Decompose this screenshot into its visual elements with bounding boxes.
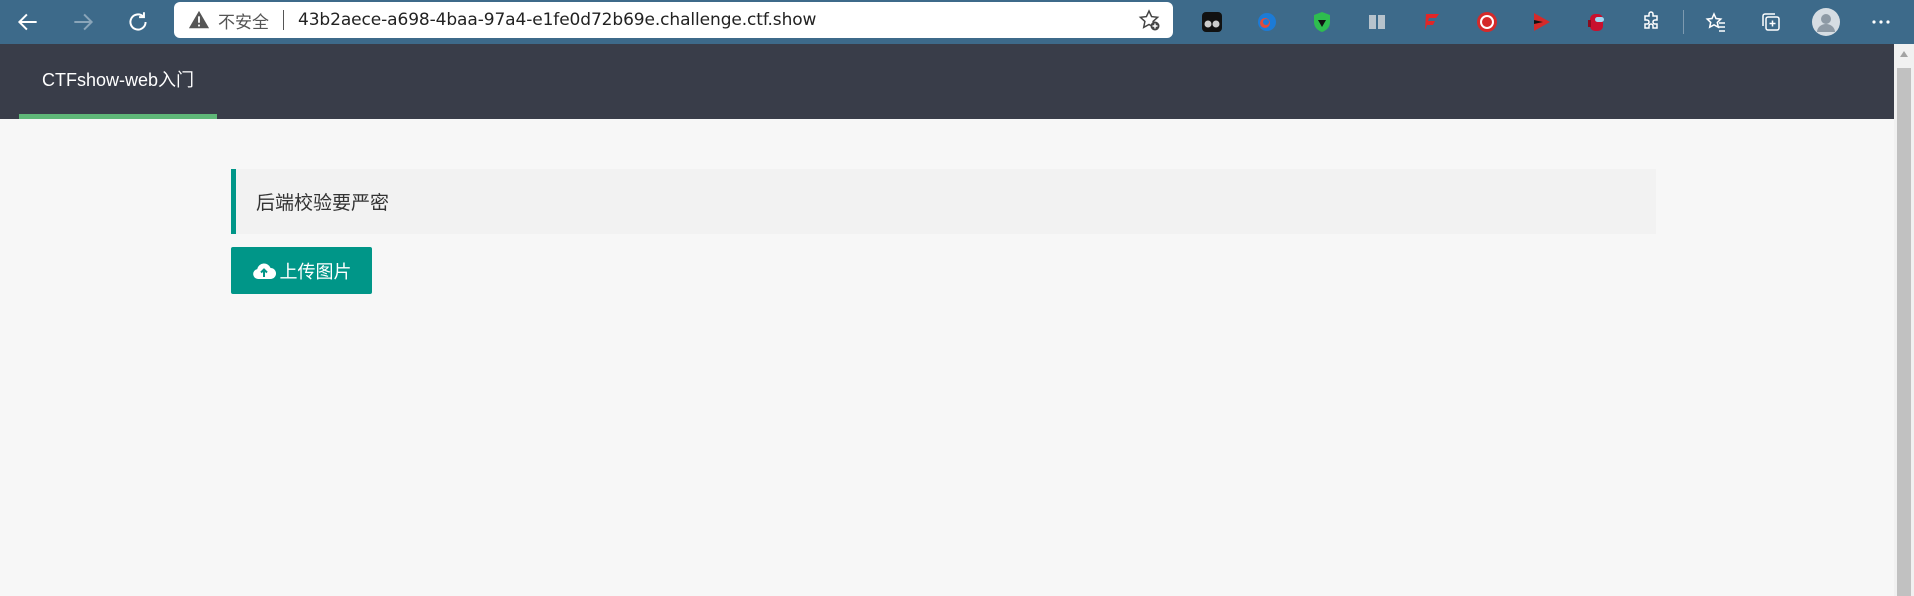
scrollbar[interactable] xyxy=(1894,44,1914,596)
shield-extension-icon[interactable] xyxy=(1294,0,1349,44)
flash-extension-icon[interactable] xyxy=(1404,0,1459,44)
extensions-area xyxy=(1184,0,1908,44)
collections-icon[interactable] xyxy=(1743,0,1798,44)
scrollbar-thumb[interactable] xyxy=(1897,68,1911,596)
insecure-label[interactable]: 不安全 xyxy=(218,8,269,33)
url-text[interactable]: 43b2aece-a698-4baa-97a4-e1fe0d72b69e.cha… xyxy=(298,10,816,30)
extensions-puzzle-icon[interactable] xyxy=(1624,0,1679,44)
address-bar[interactable]: 不安全 43b2aece-a698-4baa-97a4-e1fe0d72b69e… xyxy=(174,2,1173,38)
upload-button-label: 上传图片 xyxy=(279,261,352,283)
site-title-tab[interactable]: CTFshow-web入门 xyxy=(19,44,217,119)
notice-quote: 后端校验要严密 xyxy=(231,169,1656,234)
among-us-extension-icon[interactable] xyxy=(1569,0,1624,44)
browser-toolbar: 不安全 43b2aece-a698-4baa-97a4-e1fe0d72b69e… xyxy=(0,0,1914,44)
notice-text: 后端校验要严密 xyxy=(256,192,390,214)
profile-avatar[interactable] xyxy=(1798,0,1853,44)
red-circle-extension-icon[interactable] xyxy=(1459,0,1514,44)
refresh-icon xyxy=(128,12,147,31)
cloud-upload-icon xyxy=(252,263,276,279)
back-button[interactable] xyxy=(0,0,55,44)
refresh-button[interactable] xyxy=(110,0,165,44)
forward-arrow-icon xyxy=(73,13,93,31)
more-menu-icon[interactable] xyxy=(1853,0,1908,44)
warning-icon xyxy=(188,9,210,31)
upload-image-button[interactable]: 上传图片 xyxy=(231,247,372,294)
arrow-extension-icon[interactable] xyxy=(1514,0,1569,44)
add-favorite-icon[interactable] xyxy=(1137,8,1161,32)
edge-extension-icon[interactable] xyxy=(1239,0,1294,44)
back-arrow-icon xyxy=(17,13,37,31)
forward-button[interactable] xyxy=(55,0,110,44)
toolbar-separator xyxy=(1683,10,1684,34)
reader-extension-icon[interactable] xyxy=(1349,0,1404,44)
site-header: CTFshow-web入门 xyxy=(0,44,1894,119)
scroll-up-icon[interactable] xyxy=(1894,46,1914,62)
tampermonkey-extension-icon[interactable] xyxy=(1184,0,1239,44)
favorites-icon[interactable] xyxy=(1688,0,1743,44)
address-separator xyxy=(283,10,284,30)
